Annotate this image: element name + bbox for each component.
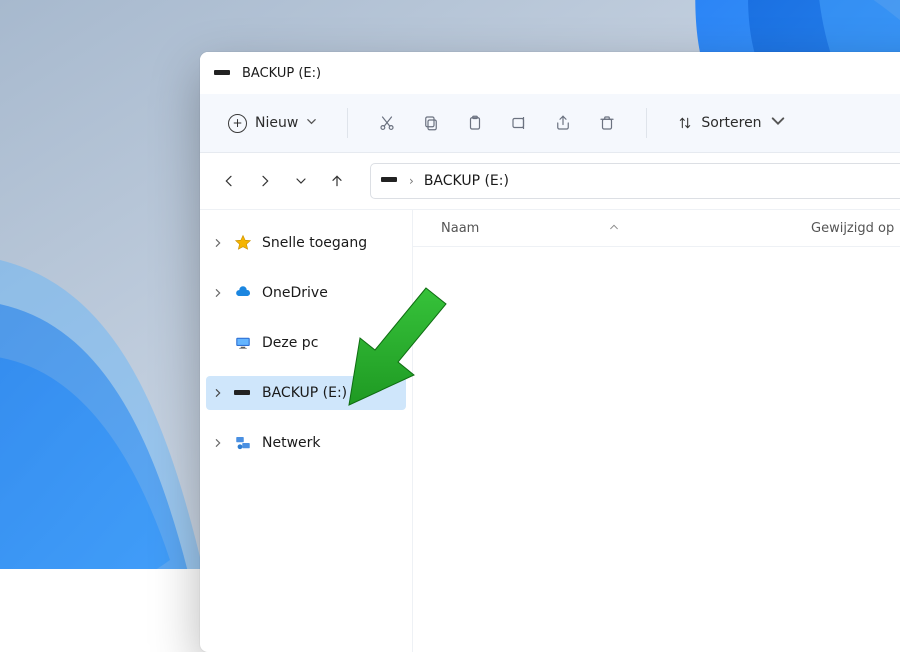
toolbar-divider	[347, 108, 348, 138]
plus-circle-icon: +	[228, 114, 247, 133]
drive-icon	[214, 68, 232, 78]
star-icon	[233, 234, 253, 252]
rename-button[interactable]	[500, 104, 538, 142]
share-button[interactable]	[544, 104, 582, 142]
toolbar: + Nieuw	[200, 94, 900, 153]
new-button-label: Nieuw	[255, 115, 298, 131]
chevron-right-icon[interactable]	[212, 438, 224, 448]
chevron-down-icon	[306, 115, 317, 131]
sidebar-item-label: Netwerk	[262, 435, 321, 451]
file-explorer-window: BACKUP (E:) + Nieuw	[200, 52, 900, 652]
sidebar-item-quick-access[interactable]: Snelle toegang	[206, 226, 406, 260]
chevron-right-icon[interactable]	[212, 238, 224, 248]
nav-up-button[interactable]	[320, 164, 354, 198]
new-button[interactable]: + Nieuw	[218, 109, 327, 138]
sort-ascending-icon	[609, 221, 619, 236]
content-pane: Naam Gewijzigd op	[413, 210, 900, 652]
cut-button[interactable]	[368, 104, 406, 142]
column-header-name[interactable]: Naam	[441, 221, 479, 236]
copy-button[interactable]	[412, 104, 450, 142]
sidebar-item-network[interactable]: Netwerk	[206, 426, 406, 460]
sidebar-item-onedrive[interactable]: OneDrive	[206, 276, 406, 310]
sidebar-item-label: Snelle toegang	[262, 235, 367, 251]
pc-icon	[233, 334, 253, 352]
navigation-bar: › BACKUP (E:)	[200, 153, 900, 210]
breadcrumb-separator-icon: ›	[409, 174, 414, 188]
address-bar[interactable]: › BACKUP (E:)	[370, 163, 900, 199]
titlebar[interactable]: BACKUP (E:)	[200, 52, 900, 94]
sidebar-item-label: Deze pc	[262, 335, 318, 351]
onedrive-icon	[233, 284, 253, 302]
network-icon	[233, 434, 253, 452]
drive-icon	[233, 384, 253, 402]
delete-button[interactable]	[588, 104, 626, 142]
sidebar-item-this-pc[interactable]: Deze pc	[206, 326, 406, 360]
chevron-right-icon[interactable]	[212, 288, 224, 298]
drive-icon	[381, 173, 399, 189]
nav-recent-button[interactable]	[284, 164, 318, 198]
nav-forward-button[interactable]	[248, 164, 282, 198]
sidebar-item-label: OneDrive	[262, 285, 328, 301]
column-headers: Naam Gewijzigd op	[413, 210, 900, 247]
navigation-pane: Snelle toegang OneDrive Deze pc	[200, 210, 413, 652]
file-list-empty[interactable]	[413, 247, 900, 652]
toolbar-divider	[646, 108, 647, 138]
breadcrumb-current[interactable]: BACKUP (E:)	[424, 173, 509, 189]
sidebar-item-backup-drive[interactable]: BACKUP (E:)	[206, 376, 406, 410]
window-title: BACKUP (E:)	[242, 66, 321, 81]
column-header-modified[interactable]: Gewijzigd op	[811, 221, 894, 236]
sort-button[interactable]: Sorteren	[667, 108, 795, 138]
nav-back-button[interactable]	[212, 164, 246, 198]
chevron-right-icon[interactable]	[212, 388, 224, 398]
chevron-down-icon	[770, 113, 786, 133]
paste-button[interactable]	[456, 104, 494, 142]
sidebar-item-label: BACKUP (E:)	[262, 385, 347, 401]
sort-button-label: Sorteren	[701, 115, 761, 131]
